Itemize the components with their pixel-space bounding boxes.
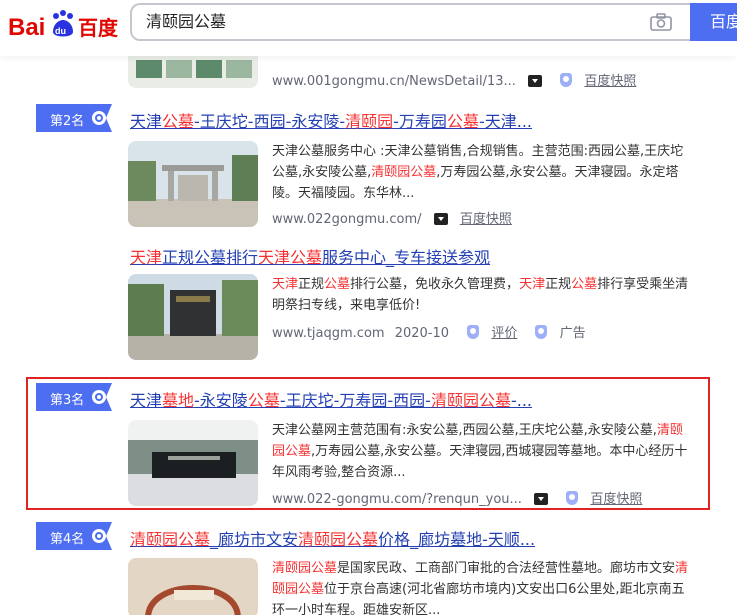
result-url[interactable]: www.022gongmu.com/ <box>272 212 422 227</box>
result-title[interactable]: 天津公墓-王庆坨-西园-永安陵-清颐园-万寿园公墓-天津... <box>130 108 532 132</box>
rank-label: 第2名 <box>50 114 85 129</box>
svg-text:du: du <box>55 26 66 36</box>
result-meta: www.022gongmu.com/ 百度快照 <box>272 208 512 227</box>
rank-label: 第3名 <box>50 393 85 408</box>
result-description: 天津公墓网主营范围有:永安公墓,西园公墓,王庆坨公墓,永安陵公墓,清颐园公墓,万… <box>272 423 688 480</box>
search-button[interactable]: 百度 <box>690 3 737 41</box>
download-icon[interactable] <box>528 75 543 87</box>
result-thumbnail[interactable] <box>128 558 258 615</box>
result-date: 2020-10 <box>394 326 450 341</box>
header: Bai du 百度 清颐园公墓 百度 <box>0 0 737 56</box>
rank-badge: 第3名 <box>36 383 112 411</box>
search-box[interactable]: 清颐园公墓 <box>130 3 690 41</box>
baidu-logo[interactable]: Bai du 百度 <box>8 6 119 46</box>
result-thumbnail[interactable] <box>128 420 258 506</box>
download-icon[interactable] <box>534 493 549 505</box>
rank-badge: 第4名 <box>36 522 112 550</box>
rank-icon <box>92 111 106 125</box>
result-title[interactable]: 天津正规公墓排行天津公墓服务中心_专车接送参观 <box>130 244 490 268</box>
result-thumbnail[interactable] <box>128 141 258 227</box>
shield-icon <box>560 73 573 87</box>
result-url[interactable]: www.022-gongmu.com/?renqun_you... <box>272 492 522 507</box>
review-link[interactable]: 评价 <box>491 326 517 341</box>
svg-text:Bai: Bai <box>8 14 45 41</box>
rank-label: 第4名 <box>50 532 85 547</box>
ad-label: 广告 <box>559 326 586 341</box>
result-description: 天津正规公墓排行公墓，免收永久管理费，天津正规公墓排行享受乘坐清明祭扫专线，来电… <box>272 277 689 313</box>
camera-icon[interactable] <box>650 13 672 31</box>
result-meta: www.001gongmu.cn/NewsDetail/13... 百度快照 <box>272 70 636 89</box>
result-url[interactable]: www.001gongmu.cn/NewsDetail/13... <box>272 74 516 89</box>
result-description: 天津公墓服务中心 :天津公墓销售,合规销售。主营范围:西园公墓,王庆坨公墓,永安… <box>272 144 684 201</box>
shield-icon <box>535 325 548 339</box>
rank-badge: 第2名 <box>36 104 112 132</box>
shield-icon <box>467 325 480 339</box>
result-url[interactable]: www.tjaqgm.com <box>272 326 385 341</box>
snapshot-link[interactable]: 百度快照 <box>590 492 642 507</box>
rank-icon <box>92 390 106 404</box>
result-title[interactable]: 天津墓地-永安陵公墓-王庆坨-万寿园-西园-清颐园公墓-... <box>130 387 532 411</box>
result-title[interactable]: 清颐园公墓_廊坊市文安清颐园公墓价格_廊坊墓地-天顺... <box>130 526 535 550</box>
search-input[interactable]: 清颐园公墓 <box>146 5 226 39</box>
snapshot-link[interactable]: 百度快照 <box>460 212 512 227</box>
download-icon[interactable] <box>433 213 448 225</box>
snapshot-link[interactable]: 百度快照 <box>584 74 636 89</box>
result-thumbnail[interactable] <box>128 274 258 360</box>
result-description: 清颐园公墓是国家民政、工商部门审批的合法经营性墓地。廊坊市文安清颐园公墓位于京台… <box>272 561 689 615</box>
shield-icon <box>566 491 579 505</box>
rank-icon <box>92 529 106 543</box>
result-meta: www.022-gongmu.com/?renqun_you... 百度快照 <box>272 488 642 507</box>
svg-text:百度: 百度 <box>78 16 118 40</box>
result-meta: www.tjaqgm.com 2020-10 评价 广告 <box>272 322 586 341</box>
